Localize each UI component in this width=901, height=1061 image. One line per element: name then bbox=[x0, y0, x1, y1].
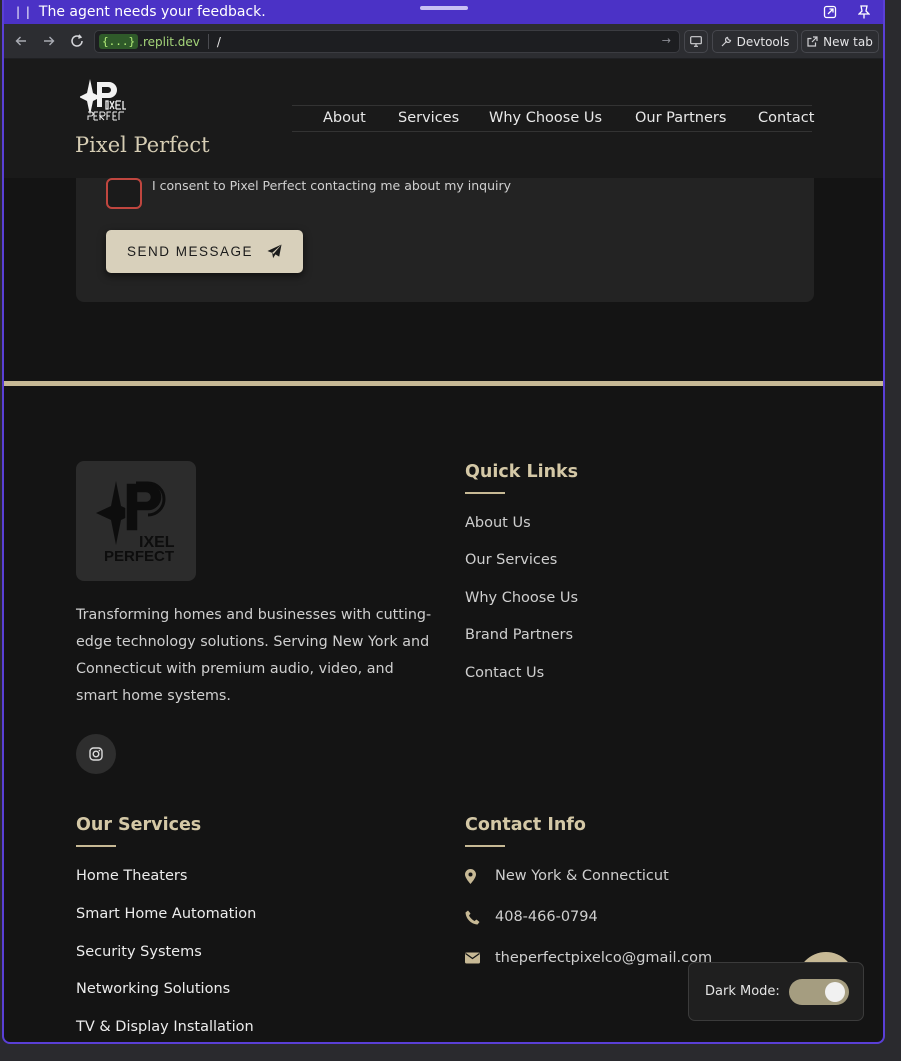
quick-links-title: Quick Links bbox=[465, 462, 579, 482]
switch-knob bbox=[825, 982, 845, 1002]
address-bar[interactable]: {...} .replit.dev / → bbox=[94, 30, 680, 53]
instagram-icon bbox=[89, 747, 103, 761]
consent-checkbox[interactable] bbox=[106, 178, 142, 209]
footer-link-our-services[interactable]: Our Services bbox=[465, 552, 557, 568]
service-link-networking[interactable]: Networking Solutions bbox=[76, 981, 230, 997]
consent-label: I consent to Pixel Perfect contacting me… bbox=[152, 178, 512, 193]
paper-plane-icon bbox=[267, 244, 282, 259]
nav-about[interactable]: About bbox=[323, 110, 366, 126]
svg-text:PERFECT: PERFECT bbox=[104, 548, 174, 565]
service-link-home-theaters[interactable]: Home Theaters bbox=[76, 868, 187, 884]
service-link-smart-home[interactable]: Smart Home Automation bbox=[76, 906, 256, 922]
external-link-icon bbox=[807, 36, 818, 47]
browser-frame: | | The agent needs your feedback. {...}… bbox=[2, 0, 885, 1044]
pin-icon[interactable] bbox=[854, 0, 874, 24]
contact-email-text: theperfectpixelco@gmail.com bbox=[495, 950, 713, 966]
contact-phone-text: 408-466-0794 bbox=[495, 909, 598, 925]
new-tab-label: New tab bbox=[823, 34, 873, 49]
url-tag: {...} bbox=[99, 34, 139, 49]
send-message-button[interactable]: SEND MESSAGE bbox=[106, 230, 303, 273]
nav-services[interactable]: Services bbox=[398, 110, 459, 126]
service-link-tv-display[interactable]: TV & Display Installation bbox=[76, 1019, 254, 1035]
contact-info-underline bbox=[465, 845, 505, 847]
map-pin-icon bbox=[465, 868, 495, 884]
contact-info-title: Contact Info bbox=[465, 815, 586, 835]
footer-link-about-us[interactable]: About Us bbox=[465, 515, 531, 531]
contact-email[interactable]: theperfectpixelco@gmail.com bbox=[465, 950, 712, 966]
wrench-icon bbox=[721, 36, 731, 47]
envelope-icon bbox=[465, 952, 495, 964]
back-arrow-icon[interactable] bbox=[7, 27, 35, 55]
dark-mode-label: Dark Mode: bbox=[705, 984, 780, 999]
forward-arrow-icon[interactable] bbox=[35, 27, 63, 55]
dark-mode-toggle-panel: Dark Mode: bbox=[688, 962, 864, 1021]
footer-link-brand-partners[interactable]: Brand Partners bbox=[465, 627, 573, 643]
nav-contact[interactable]: Contact bbox=[758, 110, 814, 126]
go-arrow-icon[interactable]: → bbox=[662, 34, 671, 47]
nav-why-choose-us[interactable]: Why Choose Us bbox=[489, 110, 602, 126]
pixel-perfect-logo-dark: IXEL PERFECT bbox=[96, 481, 175, 565]
url-path: / bbox=[216, 34, 221, 49]
reload-icon[interactable] bbox=[63, 27, 91, 55]
contact-location: New York & Connecticut bbox=[465, 868, 669, 884]
nav-our-partners[interactable]: Our Partners bbox=[635, 110, 726, 126]
phone-icon bbox=[465, 910, 495, 925]
device-preview-button[interactable] bbox=[684, 30, 708, 53]
quick-links-underline bbox=[465, 492, 505, 494]
footer-logo[interactable]: IXEL PERFECT bbox=[76, 461, 196, 581]
section-divider bbox=[4, 381, 883, 386]
devtools-button[interactable]: Devtools bbox=[712, 30, 798, 53]
url-domain: .replit.dev bbox=[139, 34, 200, 49]
our-services-underline bbox=[76, 845, 116, 847]
contact-location-text: New York & Connecticut bbox=[495, 868, 669, 884]
send-message-label: SEND MESSAGE bbox=[126, 244, 254, 259]
monitor-icon bbox=[690, 36, 702, 47]
service-link-security[interactable]: Security Systems bbox=[76, 944, 202, 960]
window-bottom-strip bbox=[0, 1046, 901, 1061]
footer-link-why-choose-us[interactable]: Why Choose Us bbox=[465, 590, 578, 606]
drag-handle[interactable] bbox=[420, 6, 468, 10]
url-separator bbox=[207, 34, 209, 49]
site-header: Pixel Perfect About Services Why Choose … bbox=[4, 59, 883, 178]
popout-icon[interactable] bbox=[820, 0, 840, 24]
instagram-button[interactable] bbox=[76, 734, 116, 774]
dark-mode-switch[interactable] bbox=[789, 979, 849, 1005]
our-services-title: Our Services bbox=[76, 815, 202, 835]
footer-description: Transforming homes and businesses with c… bbox=[76, 607, 432, 704]
devtools-label: Devtools bbox=[736, 34, 790, 49]
agent-feedback-banner: | | The agent needs your feedback. bbox=[4, 0, 883, 24]
brand-name[interactable]: Pixel Perfect bbox=[75, 133, 210, 157]
agent-feedback-message: The agent needs your feedback. bbox=[38, 4, 266, 20]
pixel-perfect-logo[interactable] bbox=[80, 77, 126, 121]
contact-phone[interactable]: 408-466-0794 bbox=[465, 909, 598, 925]
browser-toolbar: {...} .replit.dev / → Devtools New tab bbox=[4, 24, 883, 59]
pause-icon[interactable]: | | bbox=[16, 5, 31, 19]
main-nav: About Services Why Choose Us Our Partner… bbox=[292, 105, 814, 132]
footer-link-contact-us[interactable]: Contact Us bbox=[465, 665, 544, 681]
new-tab-button[interactable]: New tab bbox=[801, 30, 879, 53]
